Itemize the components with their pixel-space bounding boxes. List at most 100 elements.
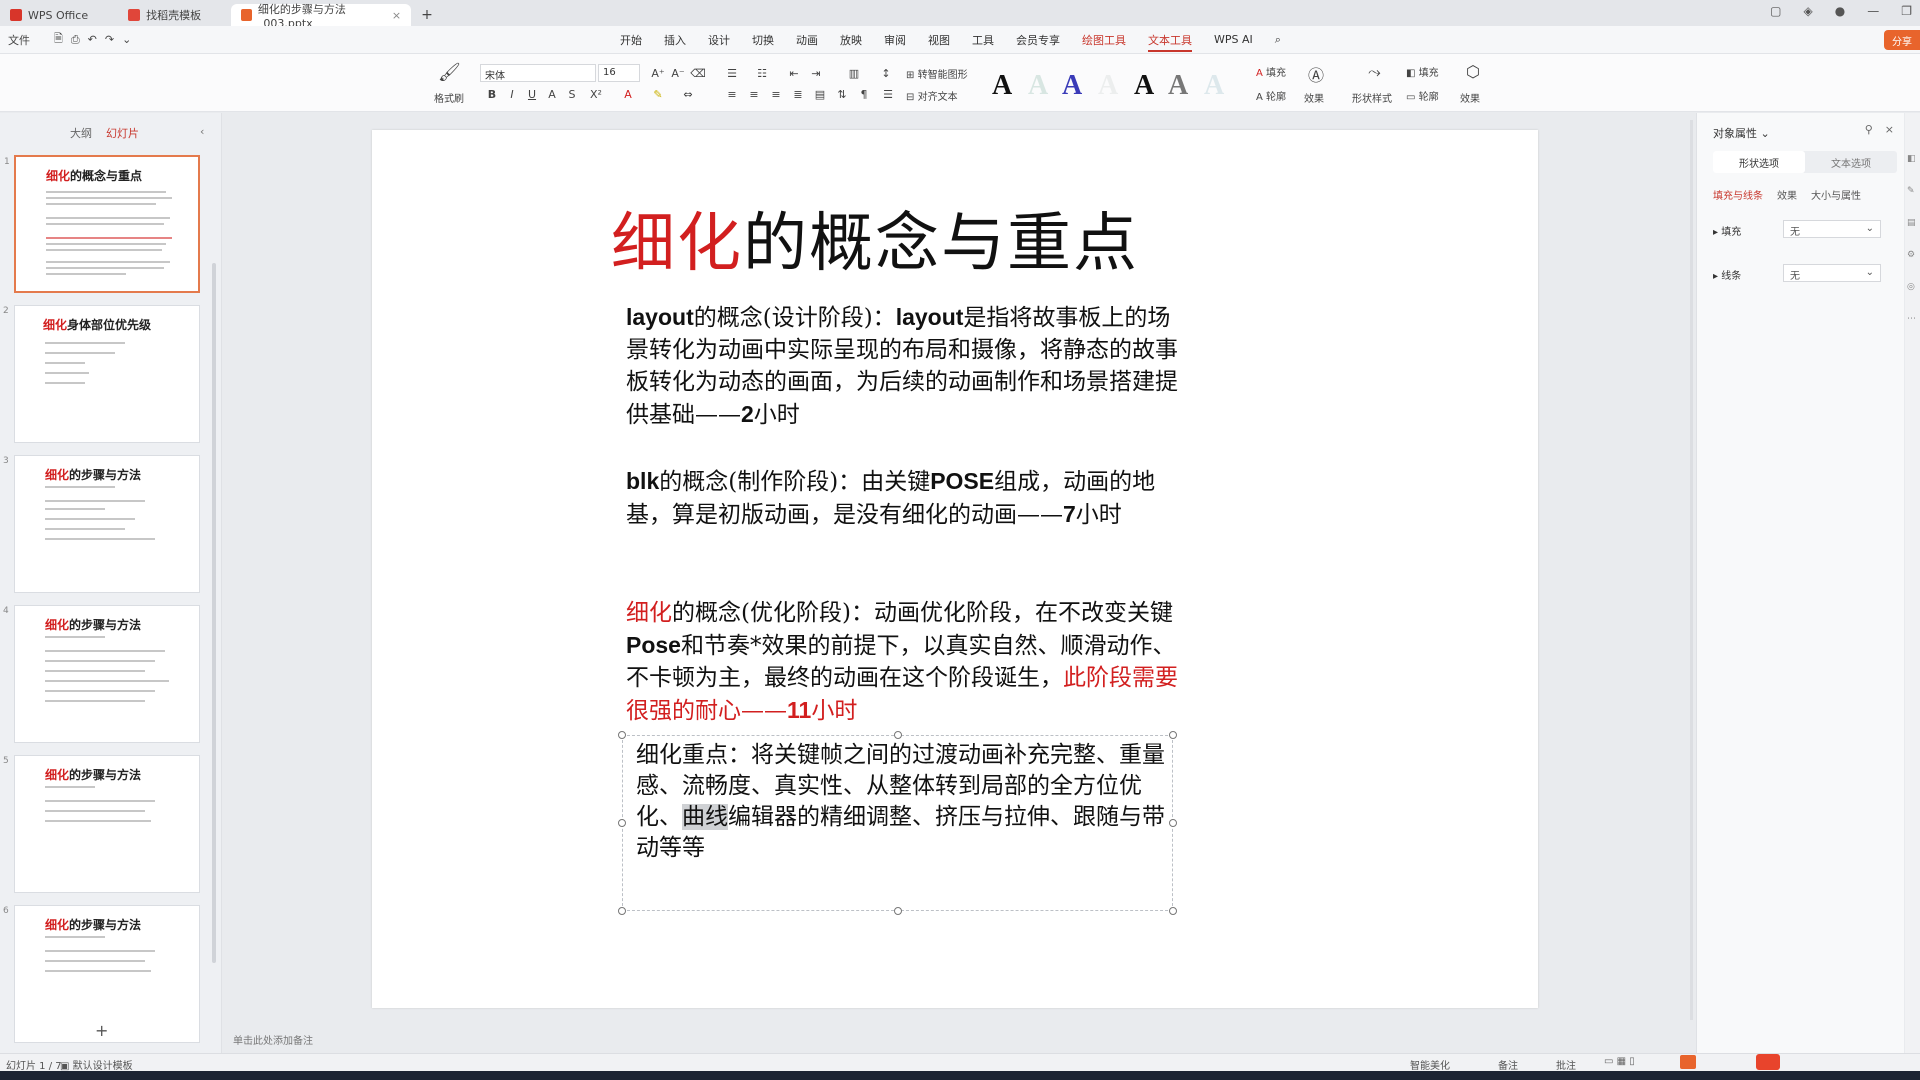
fill-select[interactable]: 无 ⌄ (1783, 220, 1881, 238)
align-text-button[interactable]: ⊟ 对齐文本 (906, 88, 958, 103)
redo-icon[interactable]: ↷ (105, 33, 114, 46)
menu-slideshow[interactable]: 放映 (840, 26, 862, 54)
strike-icon[interactable]: A (544, 86, 560, 102)
notes-button[interactable]: 备注 (1498, 1057, 1518, 1072)
maximize-icon[interactable]: ❐ (1901, 4, 1912, 18)
italic-icon[interactable]: I (504, 86, 520, 102)
close-tab-icon[interactable]: × (392, 9, 401, 22)
resize-handle-bl[interactable] (618, 907, 626, 915)
shape-effect-icon[interactable]: ⬡ (1466, 62, 1480, 81)
shape-outline-button[interactable]: ▭ 轮廓 (1406, 88, 1439, 103)
print-icon[interactable]: ⎙ (71, 33, 80, 47)
indent-increase-icon[interactable]: ⇥ (808, 65, 824, 81)
menu-home[interactable]: 开始 (620, 26, 642, 54)
side-tool-icons[interactable]: ◧ ✎ ▤ ⚙ ◎ ⋯ (1907, 143, 1916, 335)
fill-row[interactable]: ▸ 填充 无 ⌄ (1713, 220, 1897, 238)
menu-review[interactable]: 审阅 (884, 26, 906, 54)
align-right-icon[interactable]: ≡ (768, 86, 784, 102)
text-style-preset-3[interactable]: A (1062, 70, 1082, 102)
tab-wps-office[interactable]: WPS Office (0, 4, 98, 26)
menu-view[interactable]: 视图 (928, 26, 950, 54)
convert-smartart-button[interactable]: ⊞ 转智能图形 (906, 66, 968, 81)
char-spacing-icon[interactable]: ⇔ (680, 86, 696, 102)
font-color-icon[interactable]: A (620, 86, 636, 102)
skin-icon[interactable]: ◈ (1804, 4, 1813, 18)
font-size-select[interactable]: 16 (598, 64, 640, 82)
text-style-preset-4[interactable]: A (1098, 70, 1118, 102)
number-list-icon[interactable]: ☷ (754, 65, 770, 81)
avatar[interactable]: ● (1835, 4, 1845, 18)
format-painter-label[interactable]: 格式刷 (434, 90, 464, 105)
distribute-icon[interactable]: ▤ (812, 86, 828, 102)
clear-format-icon[interactable]: ⌫ (690, 65, 706, 81)
resize-handle-l[interactable] (618, 819, 626, 827)
text-style-preset-1[interactable]: A (992, 70, 1012, 102)
align-left-icon[interactable]: ≡ (724, 86, 740, 102)
notes-placeholder[interactable]: 单击此处添加备注 (233, 1032, 313, 1047)
text-direction-icon[interactable]: ⇅ (834, 86, 850, 102)
share-button[interactable]: 分享 (1884, 30, 1920, 50)
paragraph-key-points[interactable]: 细化重点：将关键帧之间的过渡动画补充完整、重量感、流畅度、真实性、从整体转到局部… (636, 740, 1176, 864)
resize-handle-br[interactable] (1169, 907, 1177, 915)
text-style-preset-6[interactable]: A (1168, 70, 1188, 102)
shape-fill-button[interactable]: ◧ 填充 (1406, 64, 1439, 79)
collapse-panel-icon[interactable]: ‹ (200, 125, 204, 138)
paragraph-layout[interactable]: layout的概念(设计阶段)：layout是指将故事板上的场景转化为动画中实际… (626, 301, 1186, 431)
resize-handle-tl[interactable] (618, 731, 626, 739)
text-fill-button[interactable]: A 填充 (1256, 64, 1286, 79)
menu-tools[interactable]: 工具 (972, 26, 994, 54)
smart-beautify-button[interactable]: 智能美化 (1410, 1057, 1450, 1072)
tab-text-options[interactable]: 文本选项 (1805, 151, 1897, 173)
columns-icon[interactable]: ▥ (846, 65, 862, 81)
bold-icon[interactable]: B (484, 86, 500, 102)
comment-button[interactable]: 批注 (1556, 1057, 1576, 1072)
format-painter-icon[interactable]: 🖌 (438, 62, 461, 83)
add-slide-button[interactable]: + (95, 1021, 108, 1040)
text-style-preset-2[interactable]: A (1028, 70, 1048, 102)
search-icon[interactable]: ⌕ (1275, 26, 1281, 54)
menu-drawing-tools[interactable]: 绘图工具 (1082, 26, 1126, 54)
subtab-effects[interactable]: 效果 (1777, 187, 1797, 202)
layout-icon[interactable]: ▢ (1770, 4, 1781, 18)
line-row[interactable]: ▸ 线条 无 ⌄ (1713, 264, 1897, 282)
shape-effect-label[interactable]: 效果 (1460, 90, 1480, 105)
more-icon[interactable]: ⌄ (122, 33, 131, 46)
paragraph-blk[interactable]: blk的概念(制作阶段)：由关键POSE组成，动画的地基，算是初版动画，是没有细… (626, 465, 1186, 531)
slide-thumbnail-3[interactable]: 3 细化的步骤与方法 (3, 455, 200, 593)
menu-insert[interactable]: 插入 (664, 26, 686, 54)
design-template[interactable]: ▣ 默认设计模板 (60, 1057, 133, 1072)
tab-template[interactable]: 找稻壳模板 (118, 4, 211, 26)
menu-animation[interactable]: 动画 (796, 26, 818, 54)
tab-outline[interactable]: 大纲 (70, 125, 92, 141)
minimize-icon[interactable]: — (1867, 4, 1879, 18)
paragraph-icon[interactable]: ¶ (856, 86, 872, 102)
font-name-select[interactable]: 宋体 (480, 64, 596, 82)
panel-title[interactable]: 对象属性 ⌄ (1713, 125, 1770, 141)
slide-title[interactable]: 细化的概念与重点 (611, 192, 1139, 284)
slide-thumbnail-5[interactable]: 5 细化的步骤与方法 (3, 755, 200, 893)
line-select[interactable]: 无 ⌄ (1783, 264, 1881, 282)
menu-wps-ai[interactable]: WPS AI (1214, 26, 1253, 54)
slide-thumbnail-2[interactable]: 2 细化身体部位优先级 (3, 305, 200, 443)
shadow-icon[interactable]: S (564, 86, 580, 102)
undo-icon[interactable]: ↶ (88, 33, 97, 46)
menu-text-tools[interactable]: 文本工具 (1148, 26, 1192, 54)
tab-shape-options[interactable]: 形状选项 (1713, 151, 1805, 173)
text-style-preset-7[interactable]: A (1204, 70, 1224, 102)
text-effect-label[interactable]: 效果 (1304, 90, 1324, 105)
superscript-icon[interactable]: X² (588, 86, 604, 102)
play-slideshow-icon[interactable] (1680, 1055, 1696, 1069)
p4-selected-text[interactable]: 曲线 (682, 804, 728, 830)
subtab-size[interactable]: 大小与属性 (1811, 187, 1861, 202)
shrink-font-icon[interactable]: A⁻ (670, 65, 686, 81)
text-effect-icon[interactable]: Ⓐ (1308, 62, 1324, 86)
subtab-fill-line[interactable]: 填充与线条 (1713, 187, 1763, 202)
grow-font-icon[interactable]: A⁺ (650, 65, 666, 81)
menu-transition[interactable]: 切换 (752, 26, 774, 54)
menu-file[interactable]: 文件 (8, 32, 30, 48)
text-style-preset-5[interactable]: A (1134, 70, 1154, 102)
close-icon[interactable]: × (1885, 123, 1894, 136)
tab-slides[interactable]: 幻灯片 (106, 125, 139, 141)
paragraph-refine[interactable]: 细化的概念(优化阶段)：动画优化阶段，在不改变关键Pose和节奏*效果的前提下，… (626, 597, 1186, 727)
save-icon[interactable]: 🗎 (54, 30, 63, 49)
